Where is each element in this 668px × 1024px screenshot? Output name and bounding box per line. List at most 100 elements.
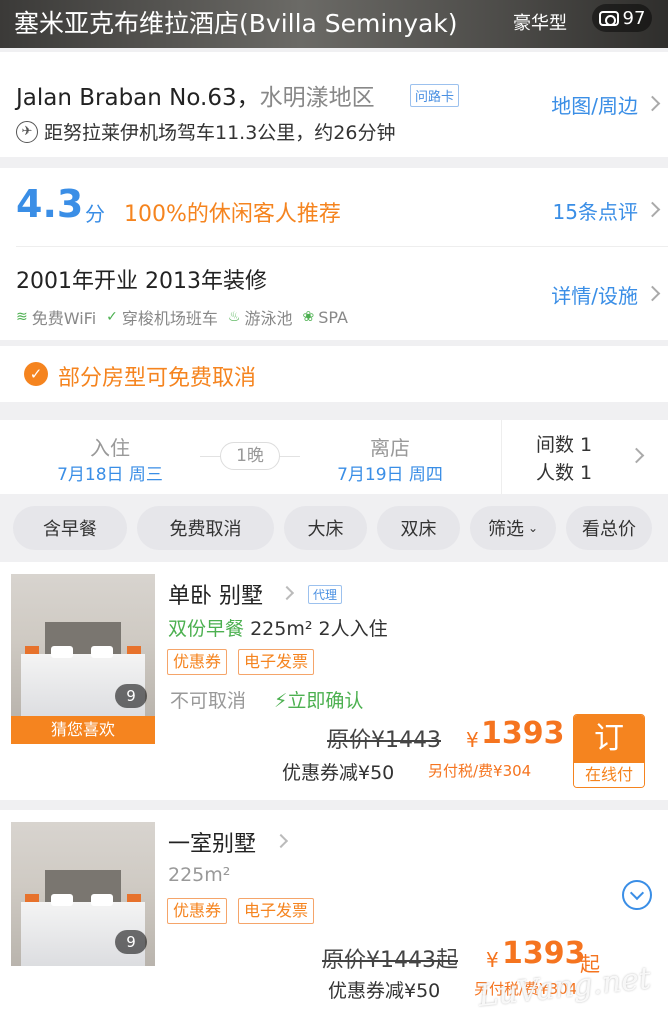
airport-distance-text: 距努拉莱伊机场驾车11.3公里，约26分钟 [44, 122, 396, 144]
district-name: 水明漾地区 [259, 85, 375, 111]
breakfast-info: 双份早餐 [168, 618, 245, 640]
invoice-badge: 电子发票 [238, 649, 315, 675]
nights-count: 1晚 [220, 442, 280, 470]
image-count-badge: 9 [115, 930, 147, 954]
hotel-title: 塞米亚克布维拉酒店(Bvilla Seminyak) [14, 9, 458, 38]
instant-confirm-label: 立即确认 [287, 690, 364, 712]
price-value: 1393 [481, 716, 565, 751]
chevron-right-icon [644, 95, 661, 112]
free-cancel-notice: ✓ 部分房型可免费取消 [0, 346, 668, 402]
coupon-discount: 优惠券减¥50 [328, 980, 441, 1002]
original-price: 原价¥1443起 [322, 948, 458, 973]
price-currency: ¥ [466, 728, 479, 752]
room-photo[interactable]: 9 [11, 822, 155, 966]
room-area-info: 225m² [168, 864, 230, 886]
street-address: Jalan Braban No.63， [16, 85, 260, 111]
divider [501, 420, 502, 494]
address-section[interactable]: Jalan Braban No.63，水明漾地区 问路卡 ✈ 距努拉莱伊机场驾车… [0, 52, 668, 157]
chevron-right-icon [644, 285, 661, 302]
coupon-badge: 优惠券 [167, 898, 228, 924]
invoice-badge: 电子发票 [238, 898, 315, 924]
facility-wifi: ≋ 免费WiFi [16, 305, 96, 329]
filter-breakfast[interactable]: 含早餐 [13, 506, 127, 550]
check-icon: ✓ [24, 362, 48, 386]
chevron-right-icon [644, 201, 661, 218]
filter-king-bed[interactable]: 大床 [284, 506, 367, 550]
expand-chevron-icon[interactable] [622, 880, 652, 910]
pool-icon: ♨ [227, 309, 241, 325]
room-name[interactable]: 单卧 别墅 [168, 578, 263, 610]
price-currency: ¥ [486, 948, 499, 972]
chevron-right-icon [628, 447, 645, 464]
rating-unit: 分 [85, 202, 105, 226]
facility-label: 穿梭机场班车 [121, 309, 218, 328]
reviews-link[interactable]: 15条点评 [553, 196, 638, 225]
pay-online-label: 在线付 [574, 763, 644, 787]
recommend-rate: 100%的休闲客人推荐 [124, 202, 341, 227]
open-renovation-info: 2001年开业 2013年装修 [16, 269, 267, 294]
details-facilities-link[interactable]: 详情/设施 [551, 280, 638, 309]
filter-twin-bed[interactable]: 双床 [377, 506, 460, 550]
book-button[interactable]: 订 在线付 [573, 714, 645, 788]
tax-fee: 另付税/费¥304 [428, 762, 532, 780]
pillow-shape [91, 894, 113, 906]
agent-tag: 代理 [308, 585, 343, 604]
photo-count-button[interactable]: 97 [592, 4, 652, 32]
room-card[interactable]: 9 猜您喜欢 单卧 别墅 代理 双份早餐 225m² 2人入住 优惠券 电子发票… [0, 562, 668, 800]
facility-label: 免费WiFi [31, 309, 97, 328]
airplane-icon: ✈ [16, 120, 38, 143]
room-count[interactable]: 间数 1 [536, 430, 592, 457]
facility-label: 游泳池 [244, 309, 293, 328]
spa-icon: ❀ [302, 309, 315, 325]
room-area: 225m² [168, 864, 231, 886]
photo-count: 97 [622, 7, 646, 29]
filter-bar: 含早餐 免费取消 大床 双床 筛选 ⌄ 看总价 [0, 506, 668, 552]
coupon-discount: 优惠券减¥50 [282, 762, 395, 784]
checkin-label: 入住 [90, 436, 130, 460]
filter-free-cancel[interactable]: 免费取消 [137, 506, 274, 550]
divider [16, 246, 668, 247]
map-nearby-link[interactable]: 地图/周边 [551, 90, 638, 119]
facility-pool: ♨ 游泳池 [228, 305, 293, 329]
route-card-tag[interactable]: 问路卡 [410, 84, 460, 107]
facility-label: SPA [318, 307, 348, 327]
address-line: Jalan Braban No.63，水明漾地区 [16, 78, 375, 112]
lightning-icon: ⚡ [274, 690, 288, 712]
facility-list: ≋ 免费WiFi ✓ 穿梭机场班车 ♨ 游泳池 ❀ SPA [16, 305, 348, 329]
guest-count[interactable]: 人数 1 [536, 458, 592, 485]
pillow-shape [91, 646, 113, 658]
rating-score: 4.3 [16, 182, 84, 226]
pillow-shape [51, 646, 73, 658]
instant-confirm: ⚡立即确认 [274, 686, 363, 713]
recommend-tag: 猜您喜欢 [11, 716, 155, 744]
date-selector[interactable]: 入住 7月18日 周三 1晚 离店 7月19日 周四 间数 1 人数 1 [0, 420, 668, 494]
hotel-class-tag: 豪华型 [513, 13, 567, 34]
room-info: 双份早餐 225m² 2人入住 [168, 614, 388, 641]
price-value: 1393 [502, 936, 586, 971]
room-occupancy: 2人入住 [318, 618, 388, 640]
wifi-icon: ≋ [16, 309, 28, 325]
book-label: 订 [574, 715, 644, 763]
checkout-date[interactable]: 7月19日 周四 [320, 460, 460, 485]
chevron-down-icon: ⌄ [527, 521, 539, 535]
original-price: 原价¥1443 [327, 728, 441, 753]
filter-more-button[interactable]: 筛选 ⌄ [470, 506, 556, 550]
filter-total-price[interactable]: 看总价 [566, 506, 652, 550]
cancel-policy: 不可取消 [170, 690, 247, 712]
free-cancel-text: 部分房型可免费取消 [58, 366, 257, 391]
facility-spa: ❀ SPA [302, 305, 347, 329]
filter-more-label: 筛选 [487, 519, 524, 540]
hotel-header-banner: 塞米亚克布维拉酒店(Bvilla Seminyak) 豪华型 97 [0, 0, 668, 48]
facility-shuttle: ✓ 穿梭机场班车 [106, 305, 218, 329]
checkin-date[interactable]: 7月18日 周三 [40, 460, 180, 485]
room-name[interactable]: 一室别墅 [168, 826, 256, 858]
image-count-badge: 9 [115, 684, 147, 708]
pillow-shape [51, 894, 73, 906]
checkout-label: 离店 [370, 436, 410, 460]
rating-section: 4.3 分 100%的休闲客人推荐 15条点评 2001年开业 2013年装修 … [0, 168, 668, 340]
coupon-badge: 优惠券 [167, 649, 228, 675]
room-area: 225m² [250, 618, 313, 640]
airport-distance: ✈ 距努拉莱伊机场驾车11.3公里，约26分钟 [16, 118, 395, 145]
chevron-right-icon [273, 833, 289, 849]
room-photo[interactable]: 9 [11, 574, 155, 718]
